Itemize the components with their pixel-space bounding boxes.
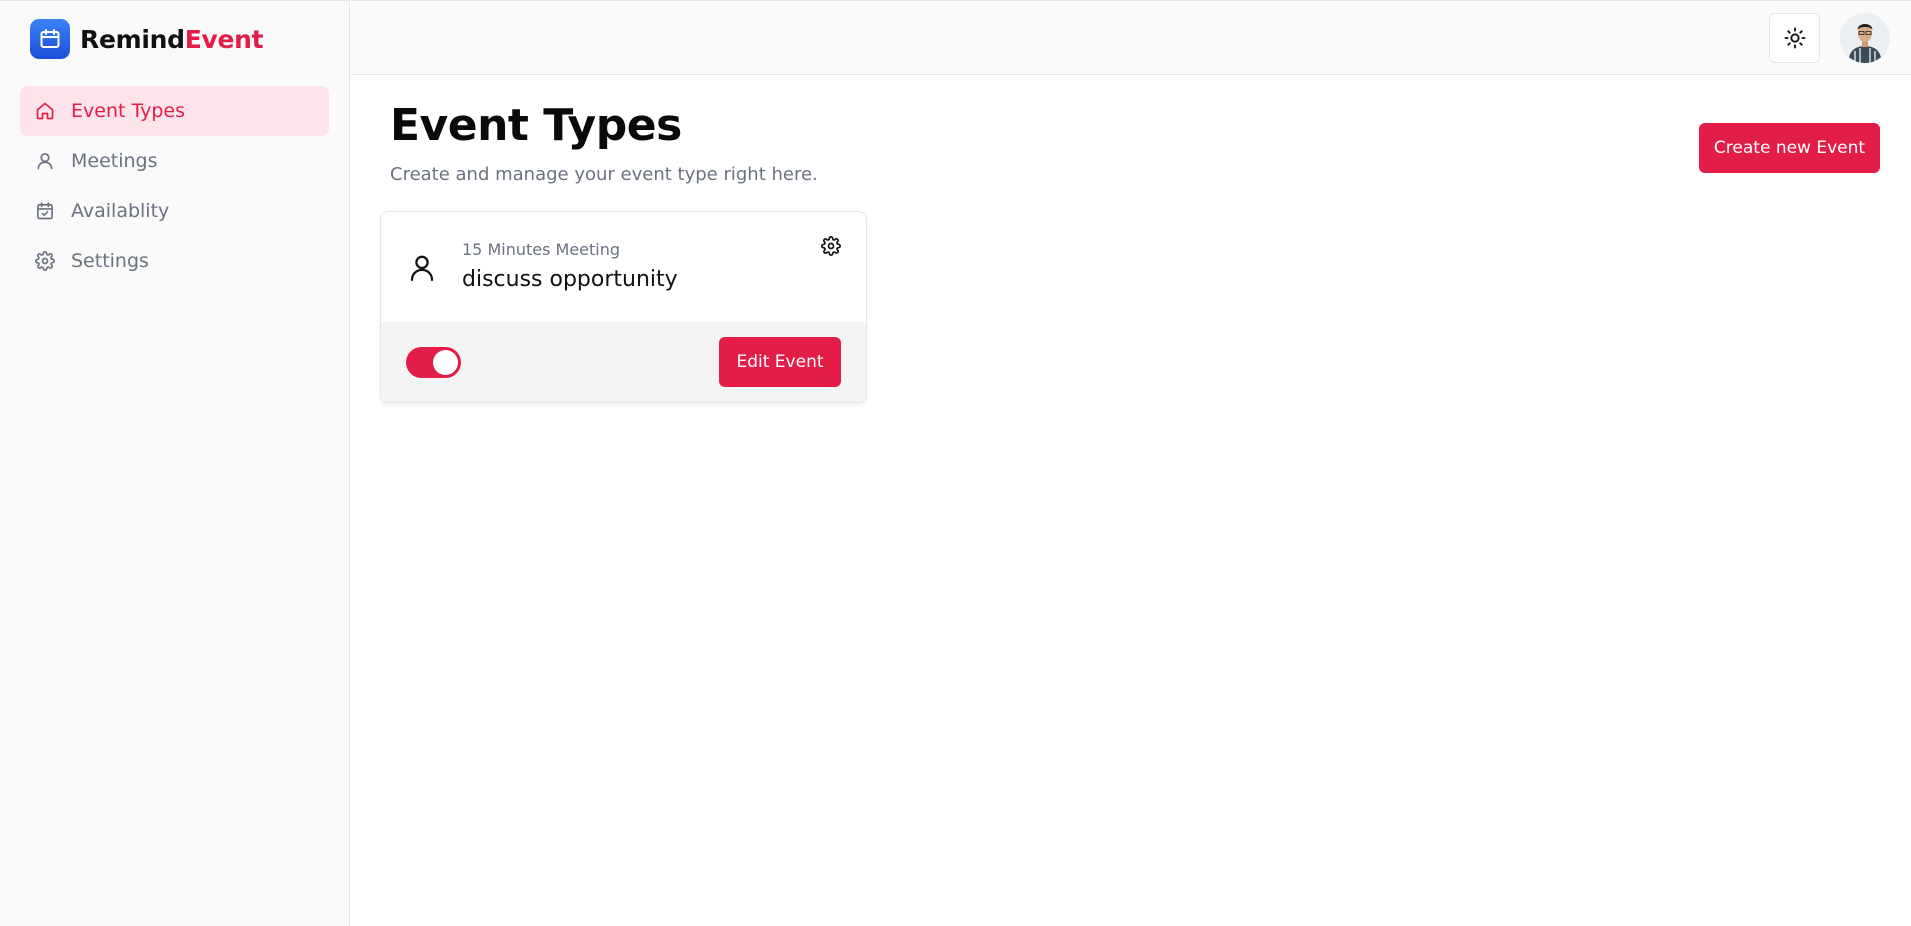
sidebar-item-settings[interactable]: Settings — [20, 236, 329, 286]
sun-icon — [1783, 27, 1806, 49]
sidebar-item-label: Settings — [71, 250, 149, 272]
page-subtitle: Create and manage your event type right … — [390, 164, 818, 185]
home-icon — [36, 102, 54, 120]
event-card-footer: Edit Event — [381, 322, 866, 402]
user-avatar[interactable] — [1840, 13, 1890, 63]
toggle-knob — [433, 350, 458, 375]
event-duration: 15 Minutes Meeting — [462, 240, 621, 259]
sidebar-item-meetings[interactable]: Meetings — [20, 136, 329, 186]
user-icon — [410, 255, 434, 281]
brand-name-part2: Event — [184, 24, 264, 54]
user-icon — [37, 153, 53, 170]
top-bar — [351, 0, 1911, 75]
page-title: Event Types — [390, 100, 682, 151]
event-title: discuss opportunity — [462, 267, 678, 292]
brand[interactable]: RemindEvent — [30, 19, 264, 59]
brand-name-part1: Remind — [80, 24, 185, 54]
theme-toggle-button[interactable] — [1769, 13, 1820, 63]
sidebar-nav: Event Types Meetings Availablity Setting… — [20, 86, 329, 286]
sidebar-item-availability[interactable]: Availablity — [20, 186, 329, 236]
event-enabled-toggle[interactable] — [406, 347, 461, 378]
sidebar-item-event-types[interactable]: Event Types — [20, 86, 329, 136]
sidebar: RemindEvent Event Types Meetings Availab… — [0, 0, 350, 926]
sidebar-item-label: Meetings — [71, 150, 158, 172]
edit-event-button[interactable]: Edit Event — [719, 337, 841, 387]
gear-icon — [35, 251, 55, 271]
sidebar-item-label: Availablity — [71, 200, 170, 222]
calendar-check-icon — [37, 202, 53, 220]
calendar-icon — [30, 19, 70, 59]
event-card-header: 15 Minutes Meeting discuss opportunity — [381, 212, 866, 322]
brand-name: RemindEvent — [80, 24, 264, 54]
create-event-button[interactable]: Create new Event — [1699, 123, 1880, 173]
sidebar-item-label: Event Types — [71, 100, 186, 122]
event-type-card: 15 Minutes Meeting discuss opportunity E… — [380, 211, 867, 403]
gear-icon[interactable] — [821, 236, 841, 256]
